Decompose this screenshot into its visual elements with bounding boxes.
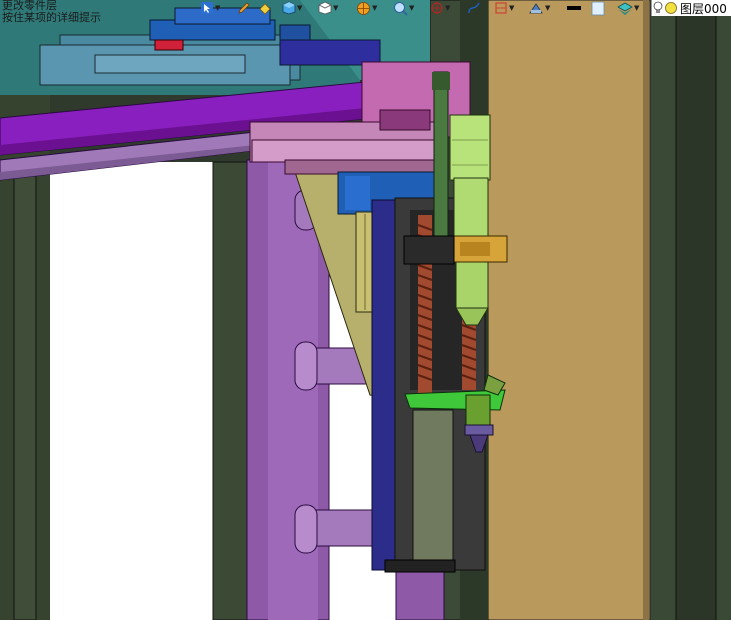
target-button[interactable]: ▼ [430, 0, 450, 16]
curve-button[interactable] [467, 0, 481, 16]
zoom-globe-icon [394, 1, 408, 16]
measure-icon [529, 3, 543, 14]
pan-button[interactable] [258, 0, 272, 16]
cad-3d-scene[interactable] [0, 0, 731, 620]
render-button[interactable]: ▼ [356, 0, 377, 16]
zoom-button[interactable]: ▼ [393, 0, 414, 16]
material-icon [591, 1, 605, 15]
target-icon [431, 2, 443, 14]
curve-icon [468, 2, 480, 14]
plane-icon [495, 2, 507, 14]
nozzle [464, 424, 494, 436]
sun-render-icon [357, 1, 370, 15]
wire-cube-icon [318, 1, 332, 15]
slide-lower [412, 409, 454, 566]
line-color-button[interactable] [566, 0, 582, 16]
measure-button[interactable]: ▼ [528, 0, 550, 16]
white-opening-left [50, 162, 213, 620]
green-shaft [433, 71, 449, 243]
cube-view-button[interactable]: ▼ [282, 0, 302, 16]
layer-stack-icon [617, 2, 633, 15]
view-toolbar: ▼ ▼ ▼ ▼ ▼ ▼ ▼ ▼ ▼ [0, 0, 731, 16]
cad-viewport[interactable]: 更改零件层 按住某项的详细提示 ▼ ▼ ▼ ▼ ▼ ▼ ▼ ▼ ▼ 图层000 [0, 0, 731, 620]
material-button[interactable] [591, 0, 605, 16]
lime-motor[interactable] [449, 114, 491, 326]
line-color-icon [567, 6, 581, 10]
layer-selector[interactable]: 图层000 [651, 0, 731, 16]
pan-icon [259, 3, 271, 15]
select-arrow-button[interactable]: ▼ [200, 0, 220, 16]
layer-name: 图层000 [680, 1, 727, 16]
layer-dot-icon [665, 2, 677, 14]
pencil-button[interactable] [237, 0, 251, 16]
select-arrow-icon [201, 2, 213, 14]
right-pillar-shadow [676, 0, 716, 620]
wire-cube-button[interactable]: ▼ [318, 0, 338, 16]
pencil-icon [238, 2, 250, 14]
tan-panel[interactable] [487, 0, 651, 620]
layer-stack-button[interactable]: ▼ [617, 0, 639, 16]
lightbulb-icon [653, 1, 663, 13]
plane-button[interactable]: ▼ [494, 0, 514, 16]
cube-view-icon [282, 1, 296, 15]
